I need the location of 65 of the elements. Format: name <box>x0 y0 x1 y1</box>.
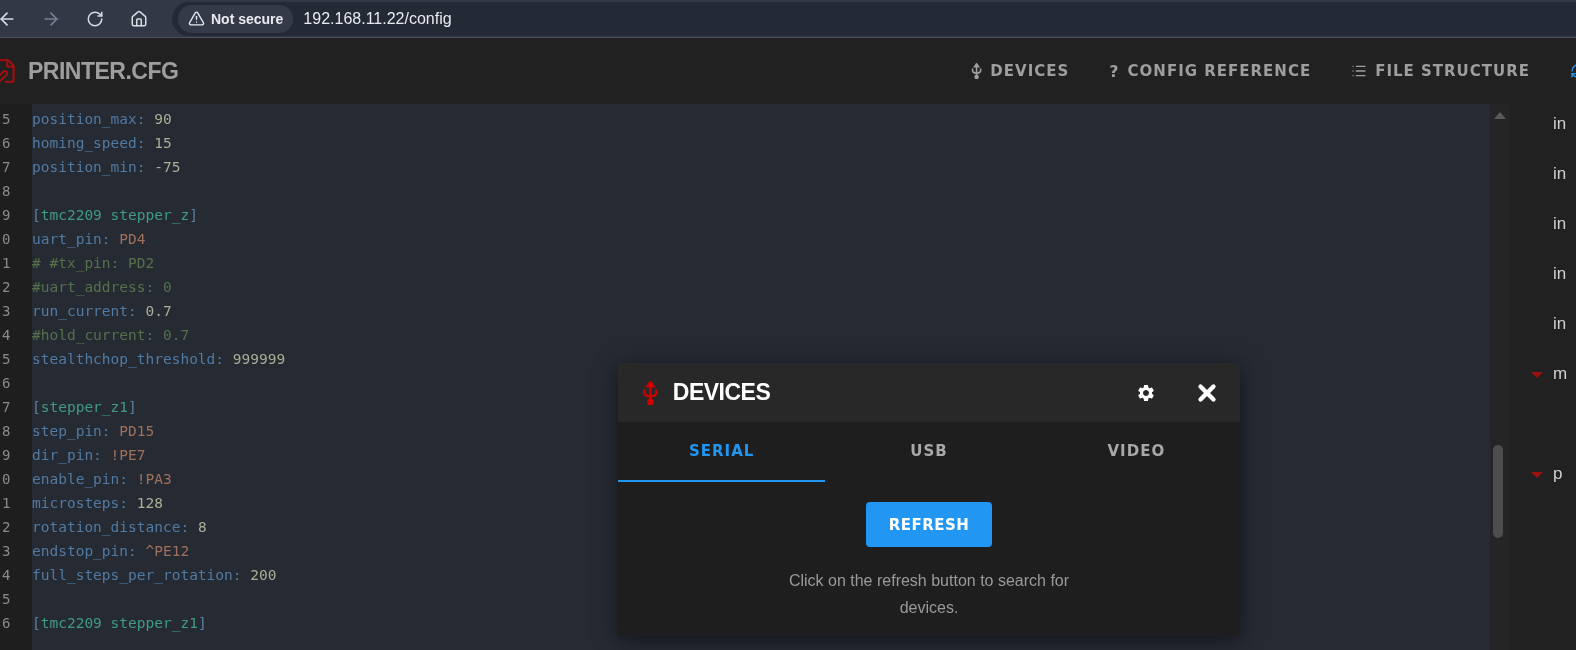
url-text[interactable]: 192.168.11.22/config <box>303 9 452 28</box>
tree-item[interactable]: m <box>1510 364 1576 414</box>
warning-icon <box>188 10 205 27</box>
line-number: 1 <box>2 494 11 513</box>
tree-item[interactable]: p <box>1510 464 1576 514</box>
line-number: 6 <box>2 134 11 153</box>
code-line: [tmc2209 stepper_z1] <box>32 614 207 634</box>
line-number: 9 <box>2 446 11 465</box>
line-number: 6 <box>2 374 11 393</box>
code-line: run_current: 0.7 <box>32 302 172 322</box>
code-line: dir_pin: !PE7 <box>32 446 146 466</box>
line-number: 7 <box>2 158 11 177</box>
code-line: position_min: -75 <box>32 158 181 178</box>
line-number: 0 <box>2 230 11 249</box>
dialog-tab[interactable]: VIDEO <box>1032 422 1240 482</box>
settings-button[interactable] <box>1136 382 1156 403</box>
line-number: 3 <box>2 542 11 561</box>
code-line: homing_speed: 15 <box>32 134 172 154</box>
line-number: 0 <box>2 470 11 489</box>
dialog-tab[interactable]: USB <box>825 422 1033 482</box>
code-line: endstop_pin: ^PE12 <box>32 542 190 562</box>
list-icon <box>1351 63 1368 79</box>
line-number: 9 <box>2 206 11 225</box>
code-line: # #tx_pin: PD2 <box>32 254 155 274</box>
code-line: position_max: 90 <box>32 110 172 130</box>
code-line: #uart_address: 0 <box>32 278 172 298</box>
code-line: microsteps: 128 <box>32 494 163 513</box>
code-line: step_pin: PD15 <box>32 422 155 442</box>
code-line: #hold_current: 0.7 <box>32 326 190 346</box>
security-chip[interactable]: Not secure <box>178 4 294 33</box>
line-number: 5 <box>2 350 11 369</box>
code-line: [stepper_z1] <box>32 398 137 418</box>
line-number: 8 <box>2 422 11 441</box>
line-number: 7 <box>2 398 11 417</box>
tree-item[interactable]: in <box>1510 314 1576 364</box>
tree-item[interactable]: in <box>1510 214 1576 264</box>
code-line: rotation_distance: 8 <box>32 518 207 538</box>
code-line: full_steps_per_rotation: 200 <box>32 566 277 586</box>
tree-item[interactable]: in <box>1510 264 1576 314</box>
line-number: 3 <box>2 302 11 321</box>
tree-item[interactable]: in <box>1510 164 1576 214</box>
line-number: 8 <box>2 182 11 201</box>
code-line: [tmc2209 stepper_z] <box>32 206 198 226</box>
line-number: 5 <box>2 110 11 129</box>
tree-item[interactable]: in <box>1510 114 1576 164</box>
line-number: 4 <box>2 566 11 585</box>
dialog-title: DEVICES <box>672 379 771 406</box>
nav-button[interactable]: DEVICES <box>971 62 1070 80</box>
code-line: stealthchop_threshold: 999999 <box>32 350 286 370</box>
code-line: uart_pin: PD4 <box>32 230 146 250</box>
line-number: 6 <box>2 614 11 633</box>
line-number: 4 <box>2 326 11 345</box>
scrollbar-thumb[interactable] <box>1493 445 1503 538</box>
line-number: 2 <box>2 278 11 297</box>
line-number: 5 <box>2 590 11 609</box>
line-number: 2 <box>2 518 11 537</box>
line-number: 1 <box>2 254 11 273</box>
nav-button[interactable]: FILE STRUCTURE <box>1351 62 1530 80</box>
page-title: PRINTER.CFG <box>28 57 179 85</box>
nav-button[interactable]: ? CONFIG REFERENCE <box>1109 61 1312 81</box>
help-text: Click on the refresh button to search for devices. <box>787 571 1071 618</box>
dialog-tab[interactable]: SERIAL <box>618 422 826 482</box>
usb-icon <box>971 63 983 79</box>
code-line: enable_pin: !PA3 <box>32 470 172 490</box>
usb-icon <box>642 380 659 405</box>
